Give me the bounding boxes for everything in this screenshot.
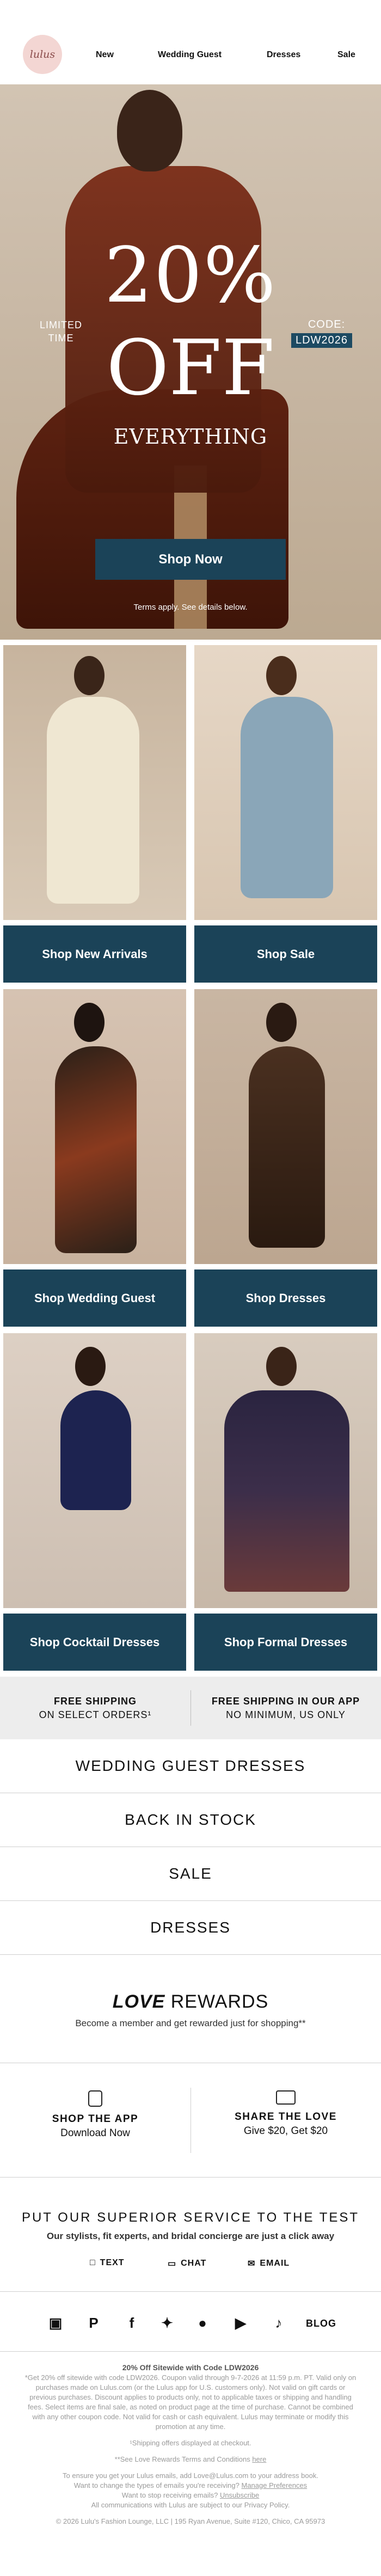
terms-note: Terms apply. See details below. <box>133 603 248 612</box>
product-image-new-arrivals[interactable] <box>3 645 186 920</box>
lulus-logo[interactable]: lulus <box>23 35 62 74</box>
chat-icon: ▭ <box>168 2259 177 2268</box>
gift-card-icon <box>276 2090 296 2105</box>
email-header: lulus New Wedding Guest Dresses Sale <box>0 0 381 84</box>
hero-banner[interactable]: LIMITED TIME 20% OFF EVERYTHING CODE: LD… <box>0 84 381 640</box>
shipping-banner: FREE SHIPPING ON SELECT ORDERS¹ FREE SHI… <box>0 1677 381 1739</box>
nav-sale[interactable]: Sale <box>337 50 355 60</box>
nav-dresses[interactable]: Dresses <box>267 50 300 60</box>
instagram-icon[interactable]: ▣ <box>46 2315 65 2332</box>
youtube-icon[interactable]: ▶ <box>231 2315 250 2332</box>
love-rewards-section[interactable]: LOVE REWARDS Become a member and get rew… <box>0 1954 381 2063</box>
legal-footer: 20% Off Sitewide with Code LDW2026 *Get … <box>0 2363 381 2533</box>
share-the-love-block[interactable]: SHARE THE LOVE Give $20, Get $20 <box>190 2090 381 2137</box>
nav-wedding-guest[interactable]: Wedding Guest <box>158 50 222 60</box>
hero-everything: EVERYTHING <box>113 425 268 449</box>
link-wedding-guest-dresses[interactable]: WEDDING GUEST DRESSES <box>0 1739 381 1793</box>
promo-terms: *Get 20% off sitewide with code LDW2026.… <box>24 2373 357 2431</box>
service-subtitle: Our stylists, fit experts, and bridal co… <box>46 2231 335 2241</box>
product-image-sale[interactable] <box>194 645 377 920</box>
app-and-referral-section: SHOP THE APP Download Now SHARE THE LOVE… <box>0 2063 381 2178</box>
unsubscribe-link[interactable]: Unsubscribe <box>220 2491 259 2499</box>
shop-new-arrivals-button[interactable]: Shop New Arrivals <box>3 925 186 983</box>
hero-percent: 20% <box>104 231 277 320</box>
chat-contact-link[interactable]: ▭ CHAT <box>168 2258 206 2269</box>
hero-model-head <box>117 90 182 171</box>
service-title: PUT OUR SUPERIOR SERVICE TO THE TEST <box>21 2210 360 2225</box>
rewards-terms-link[interactable]: here <box>252 2455 266 2463</box>
phone-icon: □ <box>90 2258 96 2267</box>
shop-the-app-block[interactable]: SHOP THE APP Download Now <box>0 2090 190 2139</box>
shop-now-button[interactable]: Shop Now <box>95 539 286 580</box>
love-rewards-title: LOVE REWARDS <box>112 1991 269 2012</box>
product-image-dresses[interactable] <box>194 989 377 1264</box>
shop-sale-button[interactable]: Shop Sale <box>194 925 377 983</box>
email-icon: ✉ <box>248 2259 256 2268</box>
free-shipping-select-orders: FREE SHIPPING ON SELECT ORDERS¹ <box>39 1695 152 1720</box>
manage-preferences-link[interactable]: Manage Preferences <box>241 2481 307 2489</box>
twitter-icon[interactable]: ✦ <box>158 2315 176 2332</box>
customer-service-section: PUT OUR SUPERIOR SERVICE TO THE TEST Our… <box>0 2178 381 2292</box>
facebook-icon[interactable]: f <box>122 2315 141 2332</box>
code-label: CODE: <box>308 318 346 330</box>
link-back-in-stock[interactable]: BACK IN STOCK <box>0 1793 381 1847</box>
link-dresses[interactable]: DRESSES <box>0 1901 381 1955</box>
snapchat-icon[interactable]: ● <box>193 2315 212 2332</box>
product-image-wedding-guest[interactable] <box>3 989 186 1264</box>
shop-wedding-guest-button[interactable]: Shop Wedding Guest <box>3 1269 186 1327</box>
link-sale[interactable]: SALE <box>0 1847 381 1901</box>
footer-title: 20% Off Sitewide with Code LDW2026 <box>122 2363 259 2372</box>
email-contact-link[interactable]: ✉ EMAIL <box>248 2258 290 2269</box>
tiktok-icon[interactable]: ♪ <box>269 2315 288 2332</box>
rewards-terms: **See Love Rewards Terms and Conditions … <box>114 2455 267 2463</box>
logo-text: lulus <box>29 48 56 60</box>
pinterest-icon[interactable]: P <box>84 2315 103 2332</box>
blog-link[interactable]: BLOG <box>306 2318 336 2329</box>
shop-cocktail-dresses-button[interactable]: Shop Cocktail Dresses <box>3 1614 186 1671</box>
product-image-cocktail-dresses[interactable] <box>3 1333 186 1608</box>
copyright: © 2026 Lulu's Fashion Lounge, LLC | 195 … <box>56 2517 325 2525</box>
social-links: ▣ P f ✦ ● ▶ ♪ BLOG <box>0 2292 381 2352</box>
product-image-formal-dresses[interactable] <box>194 1333 377 1608</box>
text-contact-link[interactable]: □ TEXT <box>90 2258 125 2268</box>
free-shipping-app: FREE SHIPPING IN OUR APP NO MINIMUM, US … <box>211 1695 360 1720</box>
promo-code: LDW2026 <box>291 333 352 348</box>
love-rewards-subtitle: Become a member and get rewarded just fo… <box>75 2018 306 2028</box>
shipping-note: ¹Shipping offers displayed at checkout. <box>130 2439 251 2447</box>
shop-formal-dresses-button[interactable]: Shop Formal Dresses <box>194 1614 377 1671</box>
email-preferences: To ensure you get your Lulus emails, add… <box>63 2471 318 2509</box>
nav-new[interactable]: New <box>96 50 114 60</box>
phone-icon <box>88 2090 102 2107</box>
shop-dresses-button[interactable]: Shop Dresses <box>194 1269 377 1327</box>
